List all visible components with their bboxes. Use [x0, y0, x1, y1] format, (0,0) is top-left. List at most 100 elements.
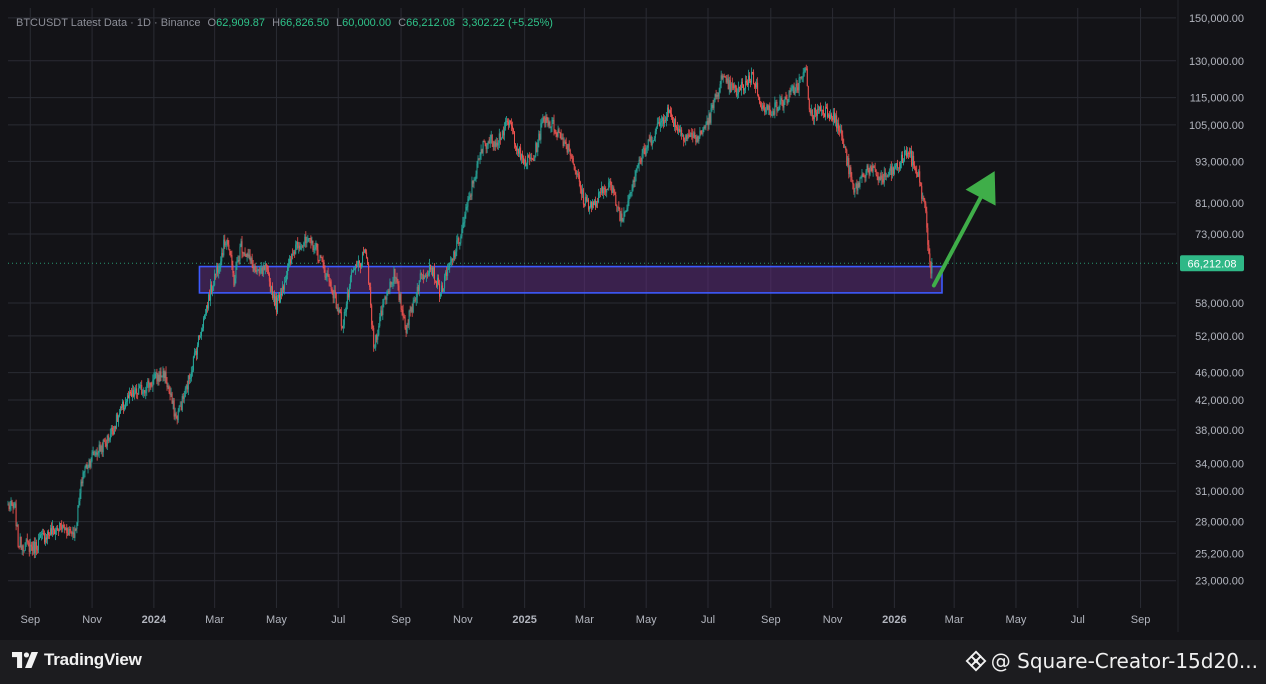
candle-body [854, 188, 856, 193]
candle-body [283, 286, 285, 290]
candle [449, 262, 451, 273]
price-chart[interactable]: Sep Nov 2024 Mar May Jul Sep Nov 2025 Mar May Jul Se… [0, 0, 1266, 640]
legend-low: 60,000.00 [342, 17, 392, 29]
candle-body [239, 246, 241, 261]
candle [915, 166, 917, 174]
candle-body [21, 545, 23, 550]
candle-body [726, 78, 728, 83]
candle [162, 366, 164, 382]
candle [305, 231, 307, 248]
legend-close-label: C [398, 17, 407, 29]
candle-body [445, 272, 447, 276]
candle-body [72, 532, 74, 535]
candle-body [341, 326, 343, 329]
candle-body [270, 286, 272, 292]
candle [733, 82, 735, 94]
candle [17, 524, 19, 548]
candle-body [778, 107, 780, 110]
candle-body [925, 203, 927, 212]
candle-body [91, 452, 93, 462]
candle-body [303, 242, 305, 246]
candle [799, 76, 801, 83]
candle-body [69, 528, 71, 531]
candle-body [346, 292, 348, 304]
candle [722, 74, 724, 83]
candle [154, 369, 156, 380]
candle [55, 527, 57, 541]
candle [768, 104, 770, 116]
candle [691, 127, 693, 140]
candle-body [927, 227, 929, 245]
candle-body [376, 334, 378, 340]
chart-frame[interactable]: Sep Nov 2024 Mar May Jul Sep Nov 2025 Mar May Jul Se… [0, 0, 1266, 640]
candle-body [900, 154, 902, 163]
candle-body [131, 393, 133, 397]
candle [602, 186, 604, 196]
candle [811, 108, 813, 121]
candle-body [511, 126, 513, 129]
candle-body [299, 245, 301, 250]
candle [887, 171, 889, 178]
candle [420, 272, 422, 280]
candle-body [531, 157, 533, 159]
candle [445, 270, 447, 281]
tradingview-logo[interactable]: TradingView [12, 650, 142, 670]
candle [843, 138, 845, 149]
candle-body [286, 275, 288, 282]
candle [925, 201, 927, 214]
candle-body [426, 275, 428, 277]
candle-body [141, 385, 143, 394]
candle [458, 236, 460, 246]
candle [578, 171, 580, 187]
candle [693, 131, 695, 139]
candle-body [323, 262, 325, 270]
candle [728, 76, 730, 95]
candle-body [660, 120, 662, 123]
candle-body [324, 269, 326, 278]
candle-body [216, 267, 218, 274]
candle-body [284, 282, 286, 290]
candle-body [631, 189, 633, 193]
candle [636, 165, 638, 173]
candle [752, 71, 754, 75]
x-tick-label: Jul [331, 614, 345, 626]
candle-body [474, 179, 476, 181]
candle [840, 123, 842, 134]
candle-body [725, 77, 727, 83]
candle [886, 174, 888, 178]
candle-body [842, 135, 844, 144]
candle-body [407, 324, 409, 326]
candle [472, 180, 474, 188]
candle [714, 93, 716, 103]
candle [290, 255, 292, 266]
candle [665, 111, 667, 127]
candle-body [196, 345, 198, 355]
candle-body [764, 107, 766, 113]
candle-body [790, 89, 792, 93]
candle-body [872, 165, 874, 172]
candle-body [266, 266, 268, 270]
candle-body [537, 142, 539, 152]
candle [413, 296, 415, 304]
candle-body [428, 264, 430, 274]
candle-body [559, 132, 561, 134]
candle-body [547, 120, 549, 126]
candle-body [473, 180, 475, 184]
candle [172, 397, 174, 410]
candle-body [796, 83, 798, 88]
candle-body [492, 143, 494, 148]
candle [829, 111, 831, 122]
candle-body [439, 283, 441, 297]
candle [83, 470, 85, 479]
candle-body [736, 94, 738, 96]
candle [723, 73, 725, 78]
creator-credit[interactable]: @ Square-Creator-15d20... [965, 649, 1258, 673]
candle-body [722, 76, 724, 79]
candle-body [433, 267, 435, 281]
candle-body [712, 104, 714, 108]
candle [850, 164, 852, 182]
candle [113, 425, 115, 435]
candle-body [42, 532, 44, 534]
candle-body [285, 281, 287, 283]
candle [576, 170, 578, 178]
